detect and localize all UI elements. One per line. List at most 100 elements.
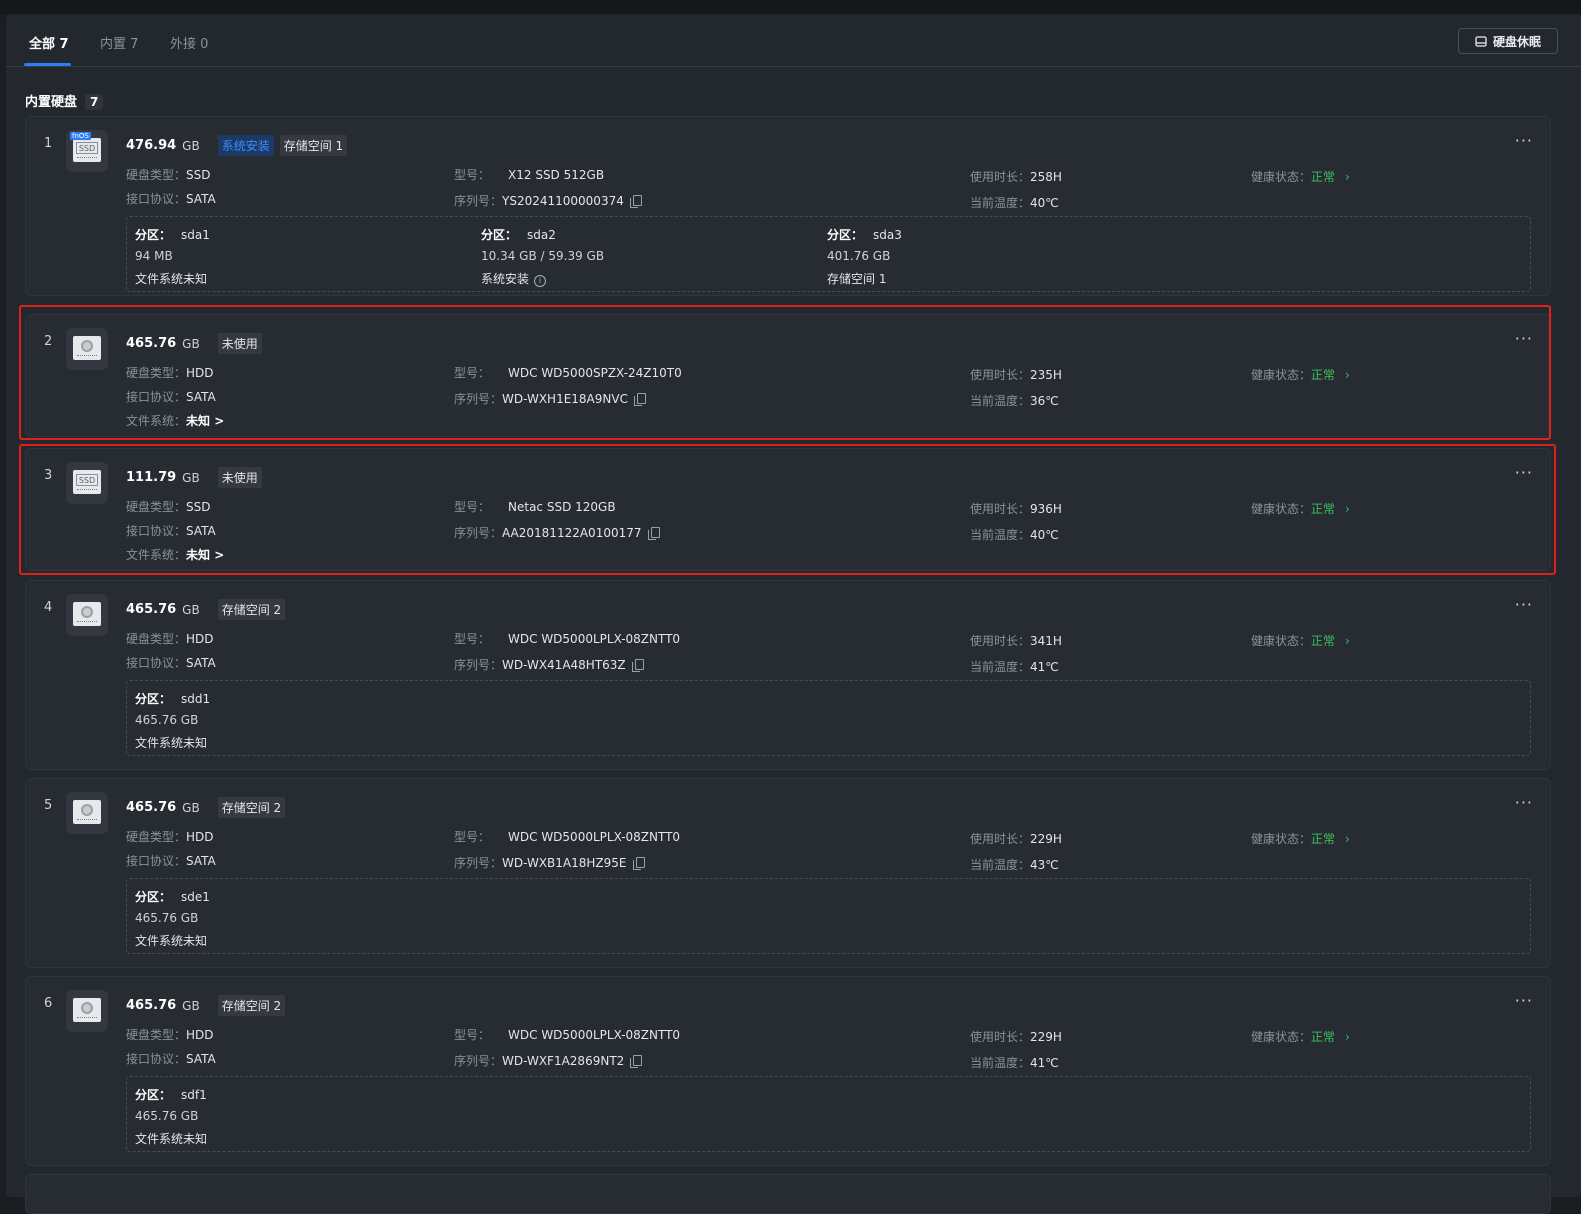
- serial-number-label: 序列号：: [454, 856, 503, 870]
- model: 型号： WDC WD5000LPLX-08ZNTT0: [454, 828, 680, 845]
- disk-index: 6: [44, 996, 53, 1011]
- disk-type-value: HDD: [186, 830, 214, 844]
- health-status: 健康状态：正常 ›: [1251, 830, 1350, 847]
- chevron-right-icon[interactable]: ›: [1345, 1030, 1350, 1044]
- chevron-right-icon[interactable]: ›: [1345, 502, 1350, 516]
- serial-number: 序列号：WD-WXH1E18A9NVC: [454, 390, 646, 407]
- ssd-icon: SSD fnOS: [66, 130, 108, 172]
- temperature: 当前温度：40℃: [970, 526, 1059, 543]
- hdd-icon: [66, 594, 108, 636]
- usage-hours: 使用时长：235H: [970, 366, 1062, 383]
- disk-type-value: HDD: [186, 1028, 214, 1042]
- serial-number-label: 序列号：: [454, 392, 503, 406]
- interface-label: 接口协议：: [126, 854, 187, 868]
- model-label: 型号：: [454, 366, 491, 380]
- disk-capacity: 111.79 GB 未使用: [126, 467, 262, 488]
- health-status-label: 健康状态：: [1251, 1030, 1312, 1044]
- partition-filesystem-text: 文件系统未知: [135, 272, 208, 286]
- active-tab-indicator: [24, 63, 71, 66]
- disk-index: 3: [44, 468, 53, 483]
- disk-sleep-button[interactable]: 硬盘休眠: [1458, 28, 1558, 54]
- disk-card: 6 465.76 GB 存储空间 2 ··· 硬盘类型：HDD 接口协议：SATA 型号： WD…: [25, 976, 1551, 1166]
- filesystem-value[interactable]: 未知 >: [186, 414, 224, 428]
- chevron-right-icon[interactable]: ›: [1345, 170, 1350, 184]
- serial-number-label: 序列号：: [454, 1054, 503, 1068]
- disk-sleep-label: 硬盘休眠: [1492, 34, 1541, 49]
- health-status: 健康状态：正常 ›: [1251, 500, 1350, 517]
- health-status: 健康状态：正常 ›: [1251, 1028, 1350, 1045]
- partition-box: 分区： sda1 94 MB 文件系统未知 分区： sda2 10.34 GB / 59.3…: [126, 216, 1531, 292]
- chevron-right-icon[interactable]: ›: [1345, 832, 1350, 846]
- health-status-label: 健康状态：: [1251, 368, 1312, 382]
- capacity-value: 465.76: [126, 602, 177, 617]
- copy-icon[interactable]: [633, 393, 646, 406]
- copy-icon[interactable]: [631, 659, 644, 672]
- tab-all[interactable]: 全部 7: [29, 33, 69, 52]
- interface-value: SATA: [186, 1052, 216, 1066]
- model-value: WDC WD5000SPZX-24Z10T0: [508, 366, 682, 380]
- interface-label: 接口协议：: [126, 390, 187, 404]
- copy-icon[interactable]: [629, 195, 642, 208]
- partition-name: sde1: [181, 890, 210, 904]
- model: 型号： WDC WD5000LPLX-08ZNTT0: [454, 1026, 680, 1043]
- serial-number: 序列号：WD-WXB1A18HZ95E: [454, 854, 645, 871]
- more-options-icon[interactable]: ···: [1515, 991, 1533, 1010]
- health-status-value: 正常: [1311, 832, 1336, 846]
- partition-filesystem: 文件系统未知: [135, 734, 207, 751]
- disk-capacity: 476.94 GB 系统安装 存储空间 1: [126, 135, 348, 156]
- disk-index: 2: [44, 334, 53, 349]
- health-status: 健康状态：正常 ›: [1251, 632, 1350, 649]
- chevron-right-icon[interactable]: ›: [1345, 634, 1350, 648]
- temperature-value: 36℃: [1030, 394, 1059, 408]
- partition-filesystem-text: 文件系统未知: [135, 1132, 208, 1146]
- info-icon[interactable]: i: [534, 275, 547, 287]
- more-options-icon[interactable]: ···: [1515, 463, 1533, 482]
- copy-icon[interactable]: [632, 857, 645, 870]
- interface: 接口协议：SATA: [126, 654, 216, 671]
- more-options-icon[interactable]: ···: [1515, 793, 1533, 812]
- tab-external[interactable]: 外接 0: [170, 33, 208, 52]
- disk-card: 1 SSD fnOS 476.94 GB 系统安装 存储空间 1 ··· 硬盘类型：SSD 接口协…: [25, 116, 1551, 296]
- disk-tag: 未使用: [217, 467, 262, 488]
- partition-filesystem-text: 存储空间 1: [827, 272, 887, 286]
- partition-filesystem-text: 系统安装: [481, 272, 530, 286]
- health-status-value: 正常: [1311, 634, 1336, 648]
- copy-icon[interactable]: [647, 527, 660, 540]
- health-status-value: 正常: [1311, 502, 1336, 516]
- interface: 接口协议：SATA: [126, 1050, 216, 1067]
- serial-number-value: WD-WXB1A18HZ95E: [502, 856, 627, 870]
- usage-hours-value: 229H: [1030, 832, 1062, 846]
- more-options-icon[interactable]: ···: [1515, 595, 1533, 614]
- interface-value: SATA: [186, 390, 216, 404]
- usage-hours: 使用时长：936H: [970, 500, 1062, 517]
- chevron-right-icon[interactable]: ›: [1345, 368, 1350, 382]
- temperature: 当前温度：43℃: [970, 856, 1059, 873]
- disk-tag: 存储空间 1: [279, 135, 348, 156]
- copy-icon[interactable]: [630, 1055, 643, 1068]
- model-label: 型号：: [454, 830, 491, 844]
- more-options-icon[interactable]: ···: [1515, 329, 1533, 348]
- partition-name: sda2: [527, 228, 556, 242]
- disk-icon: [1475, 35, 1487, 47]
- disk-tag: 存储空间 2: [217, 995, 286, 1016]
- disk-type-label: 硬盘类型：: [126, 168, 187, 182]
- partition-label: 分区： sda2: [481, 226, 556, 243]
- capacity-value: 465.76: [126, 800, 177, 815]
- filesystem-label: 文件系统：: [126, 414, 187, 428]
- partition-size: 465.76 GB: [135, 911, 199, 925]
- model-label: 型号：: [454, 168, 491, 182]
- capacity-value: 465.76: [126, 336, 177, 351]
- health-status-label: 健康状态：: [1251, 502, 1312, 516]
- filesystem-value[interactable]: 未知 >: [186, 548, 224, 562]
- health-status-label: 健康状态：: [1251, 832, 1312, 846]
- capacity-value: 476.94: [126, 138, 177, 153]
- more-options-icon[interactable]: ···: [1515, 131, 1533, 150]
- disk-capacity: 465.76 GB 存储空间 2: [126, 797, 286, 818]
- health-status-label: 健康状态：: [1251, 634, 1312, 648]
- tab-internal[interactable]: 内置 7: [100, 33, 138, 52]
- usage-hours: 使用时长：229H: [970, 830, 1062, 847]
- partition-prefix: 分区：: [481, 228, 518, 242]
- disk-capacity: 465.76 GB 存储空间 2: [126, 995, 286, 1016]
- usage-hours-value: 235H: [1030, 368, 1062, 382]
- serial-number: 序列号：AA20181122A0100177: [454, 524, 660, 541]
